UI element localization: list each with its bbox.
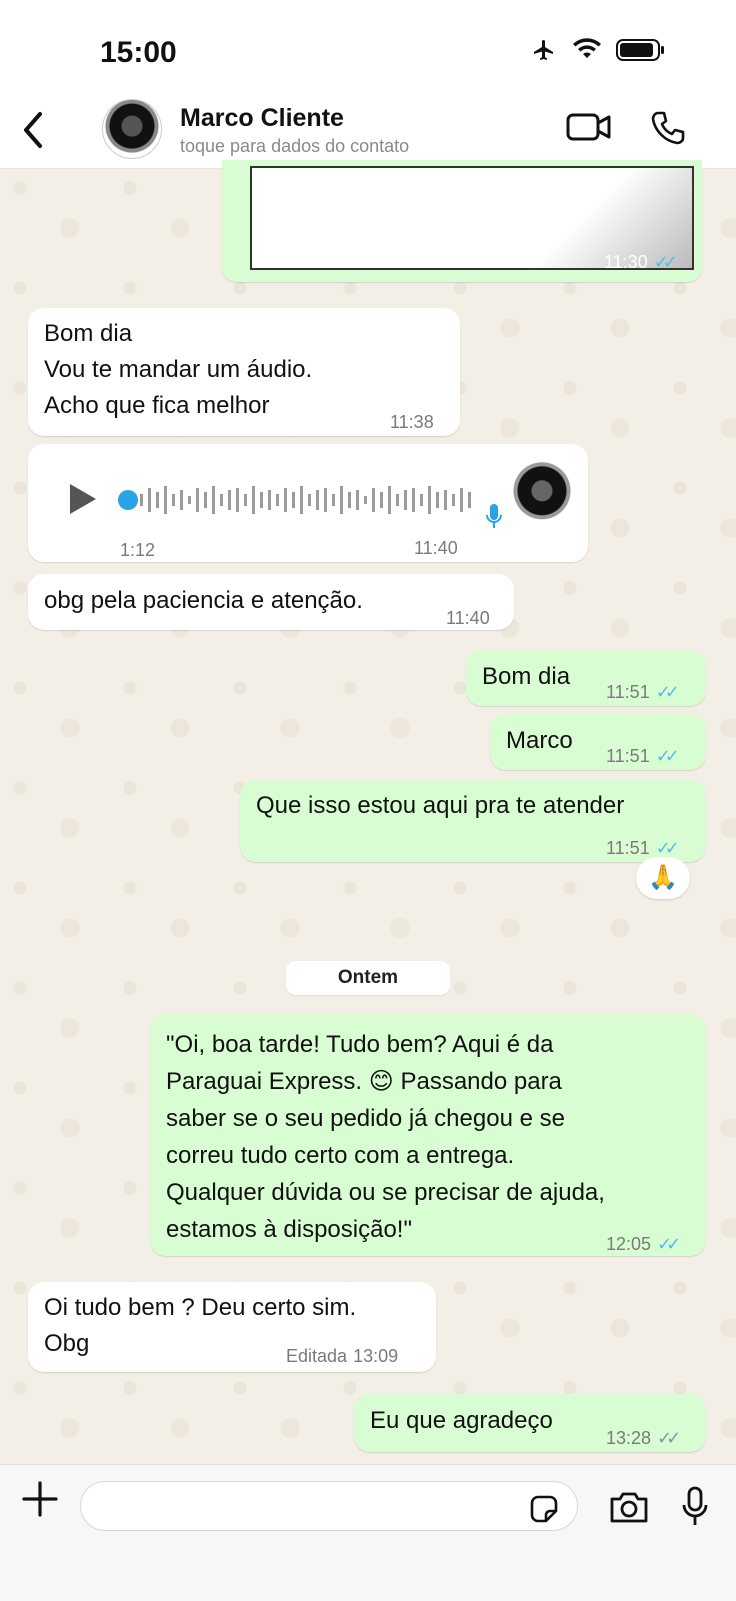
message-time: 11:51 [606,746,650,766]
message-line: saber se o seu pedido já chegou e se [166,1105,565,1132]
status-time: 15:00 [100,36,177,69]
message-line: correu tudo certo com a entrega. [166,1142,515,1169]
outgoing-message[interactable]: Que isso estou aqui pra te atender 11:51… [240,780,706,862]
incoming-message[interactable]: Oi tudo bem ? Deu certo sim. Obg Editada… [28,1282,436,1372]
message-line: Paraguai Express. 😊 Passando para [166,1068,562,1095]
message-time: 12:05 [606,1234,652,1254]
message-text: Bom dia [482,663,571,690]
outgoing-message[interactable]: "Oi, boa tarde! Tudo bem? Aqui é da Para… [150,1014,706,1256]
wifi-icon [572,38,602,67]
message-time: 13:28 [606,1428,652,1448]
video-call-icon[interactable] [566,110,612,151]
voice-sender-avatar [510,462,574,526]
status-bar: 15:00 [0,0,736,96]
message-time: 11:30 [604,252,648,272]
sticker-icon[interactable] [528,1493,560,1530]
mic-icon[interactable] [680,1485,710,1534]
message-text: Marco [506,727,573,754]
voice-call-icon[interactable] [650,110,686,151]
message-time: 11:40 [446,608,490,628]
message-line: Acho que fica melhor [44,392,270,419]
edited-label: Editada [286,1346,348,1366]
voice-waveform[interactable] [140,480,490,520]
camera-icon[interactable] [608,1489,650,1530]
reaction-badge[interactable]: 🙏 [636,857,690,899]
chat-header: Marco Cliente toque para dados do contat… [0,96,736,169]
read-ticks-icon: ✓✓ [653,252,678,272]
image-message[interactable]: 11:30 ✓✓ [222,160,702,282]
voice-message[interactable]: 1:12 11:40 [28,444,588,562]
message-time: 13:09 [353,1346,399,1366]
message-text: obg pela paciencia e atenção. [44,587,363,614]
incoming-message[interactable]: obg pela paciencia e atenção. 11:40 [28,574,514,630]
composer-bar [0,1464,736,1601]
contact-subtitle[interactable]: toque para dados do contato [180,136,409,157]
date-divider: Ontem [286,961,450,995]
outgoing-message[interactable]: Marco 11:51 ✓✓ [490,714,706,770]
incoming-message[interactable]: Bom dia Vou te mandar um áudio. Acho que… [28,308,460,436]
outgoing-message[interactable]: Eu que agradeço 13:28 ✓✓ [354,1394,706,1452]
read-ticks-icon: ✓✓ [655,682,680,702]
outgoing-message[interactable]: Bom dia 11:51 ✓✓ [466,650,706,706]
mic-icon [484,502,504,541]
message-line: estamos à disposição!" [166,1216,412,1243]
airplane-icon [530,38,558,67]
message-text: Que isso estou aqui pra te atender [256,792,625,819]
message-time: 11:40 [414,538,458,558]
message-time: 11:51 [606,682,650,702]
delivered-ticks-icon: ✓✓ [657,1428,681,1448]
plus-icon[interactable] [20,1479,60,1524]
battery-icon [616,38,666,67]
message-text: Eu que agradeço [370,1407,553,1434]
back-chevron-icon[interactable] [18,110,46,155]
message-time: 11:38 [390,412,434,432]
play-icon[interactable] [68,482,98,527]
voice-duration: 1:12 [120,540,156,560]
message-line: Qualquer dúvida ou se precisar de ajuda, [166,1179,605,1206]
message-line: Vou te mandar um áudio. [44,356,313,383]
contact-avatar[interactable] [102,99,162,159]
contact-name[interactable]: Marco Cliente [180,104,344,133]
message-line: Bom dia [44,320,133,347]
message-line: Oi tudo bem ? Deu certo sim. [44,1294,357,1321]
read-ticks-icon: ✓✓ [657,1234,681,1254]
read-ticks-icon: ✓✓ [655,746,680,766]
message-line: "Oi, boa tarde! Tudo bem? Aqui é da [166,1031,554,1058]
voice-progress-dot[interactable] [118,490,138,510]
message-input[interactable] [80,1481,578,1531]
